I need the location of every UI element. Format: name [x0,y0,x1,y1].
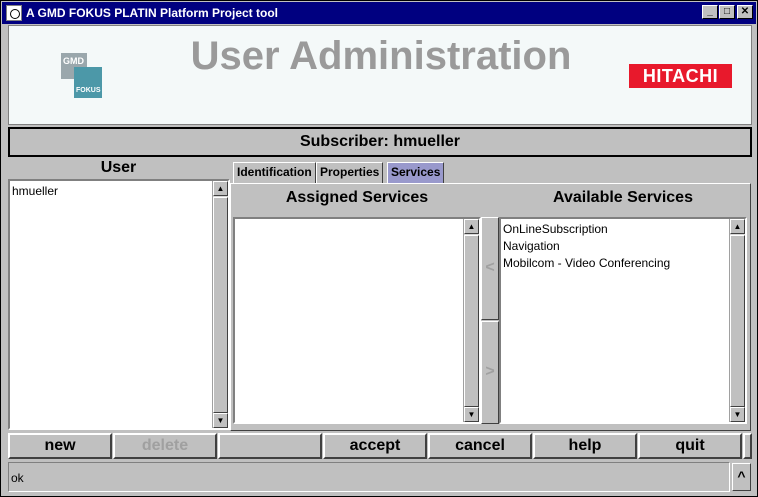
available-services-list[interactable]: OnLineSubscription Navigation Mobilcom -… [499,217,747,424]
blank-button[interactable] [218,433,322,459]
tab-properties[interactable]: Properties [316,162,384,183]
assigned-services-list[interactable]: ▲ ▼ [233,217,481,424]
scroll-thumb[interactable] [730,235,745,407]
user-list[interactable]: hmueller ▲ ▼ [8,179,230,430]
subscriber-bar: Subscriber: hmueller [8,127,752,157]
scroll-down-arrow-icon[interactable]: ▼ [464,407,479,422]
status-expand-button[interactable]: ^ [732,463,751,491]
quit-button[interactable]: quit [638,433,742,459]
user-heading: User [100,159,137,176]
services-panel: Assigned Services Available Services ▲ ▼… [230,183,751,431]
accept-button[interactable]: accept [323,433,427,459]
scroll-up-arrow-icon[interactable]: ▲ [464,219,479,234]
scroll-thumb[interactable] [213,197,228,413]
status-bar: ok ^ [8,462,752,492]
tab-identification[interactable]: Identification [233,162,316,183]
scroll-thumb[interactable] [464,235,479,407]
tab-services[interactable]: Services [387,162,445,183]
unassign-service-button[interactable]: > [481,321,499,424]
title-bar[interactable]: A GMD FOKUS PLATIN Platform Project tool… [2,2,756,24]
list-item[interactable]: Navigation [503,238,670,255]
list-item[interactable]: Mobilcom - Video Conferencing [503,255,670,272]
list-item[interactable]: hmueller [12,183,58,200]
scroll-up-arrow-icon[interactable]: ▲ [730,219,745,234]
available-list-scrollbar[interactable]: ▲ ▼ [729,219,745,422]
button-bar: new delete accept cancel help quit [8,433,752,459]
status-text: ok [11,471,24,485]
hitachi-logo: HITACHI [629,64,732,88]
scroll-up-arrow-icon[interactable]: ▲ [213,181,228,196]
move-buttons: < > [481,217,499,424]
help-button[interactable]: help [533,433,637,459]
assigned-list-scrollbar[interactable]: ▲ ▼ [463,219,479,422]
available-list-items: OnLineSubscription Navigation Mobilcom -… [503,221,670,272]
cancel-button[interactable]: cancel [428,433,532,459]
window-title: A GMD FOKUS PLATIN Platform Project tool [26,6,279,20]
user-list-scrollbar[interactable]: ▲ ▼ [212,181,228,428]
app-window: A GMD FOKUS PLATIN Platform Project tool… [0,0,758,497]
user-list-items: hmueller [12,183,58,200]
maximize-button[interactable]: □ [719,5,735,19]
minimize-button[interactable]: _ [702,5,718,19]
list-item[interactable]: OnLineSubscription [503,221,670,238]
available-services-heading: Available Services [553,189,693,206]
subscriber-label: Subscriber: hmueller [299,133,461,150]
close-button[interactable]: ✕ [737,5,753,19]
status-field: ok [8,462,730,492]
header-banner: GMD FOKUS User Administration HITACHI [8,25,752,125]
scroll-down-arrow-icon[interactable]: ▼ [730,407,745,422]
button-bar-handle[interactable] [743,433,752,459]
scroll-down-arrow-icon[interactable]: ▼ [213,413,228,428]
assigned-services-heading: Assigned Services [285,189,429,206]
app-icon[interactable] [6,5,22,21]
assign-service-button[interactable]: < [481,217,499,320]
new-button[interactable]: new [8,433,112,459]
delete-button[interactable]: delete [113,433,217,459]
